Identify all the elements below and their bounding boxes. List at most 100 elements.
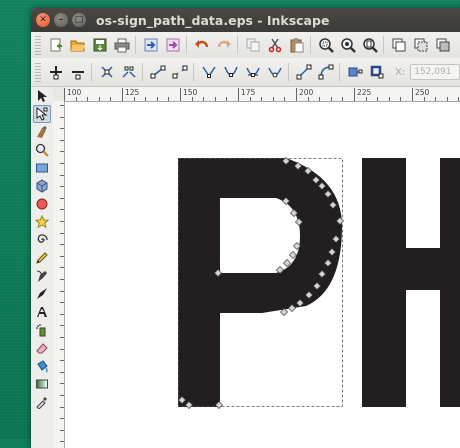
new-icon[interactable] (46, 35, 66, 55)
path-node-handle[interactable] (288, 250, 298, 260)
ruler-tick (214, 97, 216, 101)
eraser-tool-icon[interactable] (33, 339, 51, 357)
ruler-tick (60, 395, 64, 396)
export-icon[interactable] (163, 35, 183, 55)
paste-icon[interactable] (287, 35, 307, 55)
break-path-icon[interactable] (119, 62, 139, 82)
stroke-to-path-icon[interactable] (367, 62, 387, 82)
path-node-handle[interactable] (282, 258, 292, 268)
toolbar-separator (91, 63, 92, 81)
undo-icon[interactable] (192, 35, 212, 55)
dropper-tool-icon[interactable] (33, 393, 51, 411)
ruler-tick (458, 97, 460, 101)
vertical-ruler[interactable] (53, 101, 65, 448)
curve-segment-icon[interactable] (316, 62, 336, 82)
ruler-tick (60, 348, 64, 350)
ruler-tick (60, 163, 64, 164)
ruler-tick (60, 232, 64, 234)
clone-icon[interactable] (411, 35, 431, 55)
ruler-tick (60, 186, 64, 188)
toolbar-grip[interactable] (35, 35, 41, 55)
ruler-tick (60, 255, 64, 257)
open-icon[interactable] (68, 35, 88, 55)
zoom-page-icon[interactable] (360, 35, 380, 55)
redo-icon[interactable] (214, 35, 234, 55)
delete-segment-icon[interactable] (170, 62, 190, 82)
unlink-clone-icon[interactable] (433, 35, 453, 55)
ruler-tick (168, 97, 170, 101)
zoom-drawing-icon[interactable] (338, 35, 358, 55)
ruler-tick (75, 97, 77, 101)
ruler-tick (365, 97, 367, 101)
ruler-tick (60, 290, 64, 292)
star-tool-icon[interactable] (33, 213, 51, 231)
ruler-tick (122, 88, 123, 101)
inkscape-window: ✕ – □ os-sign_path_data.eps - Inkscape X… (31, 8, 460, 448)
symmetric-node-icon[interactable] (243, 62, 263, 82)
horizontal-ruler[interactable]: 100 125 150 175 200 225 250 (64, 87, 460, 102)
node-tool-controls-bar: X: 152,091 (31, 58, 460, 87)
pen-tool-icon[interactable] (33, 267, 51, 285)
maximize-window-button[interactable]: □ (72, 13, 86, 27)
ruler-tick (261, 97, 263, 101)
ruler-tick (284, 97, 286, 101)
ruler-tick (60, 209, 64, 211)
bucket-tool-icon[interactable] (33, 357, 51, 375)
copy-icon[interactable] (243, 35, 263, 55)
minimize-window-button[interactable]: – (54, 13, 68, 27)
print-icon[interactable] (112, 35, 132, 55)
node-tool-icon[interactable] (33, 105, 51, 123)
auto-smooth-icon[interactable] (265, 62, 285, 82)
ruler-tick (60, 221, 64, 222)
ruler-tick (60, 441, 64, 443)
tweak-tool-icon[interactable] (33, 123, 51, 141)
save-icon[interactable] (90, 35, 110, 55)
ruler-tick (203, 97, 205, 101)
x-coordinate-input[interactable]: 152,091 (410, 64, 460, 80)
ruler-label: 250 (415, 88, 430, 97)
commands-toolbar (31, 32, 460, 59)
cut-icon[interactable] (265, 35, 285, 55)
ruler-tick (330, 97, 332, 101)
import-icon[interactable] (141, 35, 161, 55)
ellipse-tool-icon[interactable] (33, 195, 51, 213)
ruler-tick (110, 97, 112, 101)
spiral-tool-icon[interactable] (33, 231, 51, 249)
toolbar-separator (186, 36, 187, 54)
ruler-tick (435, 97, 437, 101)
join-segment-icon[interactable] (148, 62, 168, 82)
object-to-path-icon[interactable] (345, 62, 365, 82)
delete-node-icon[interactable] (68, 62, 88, 82)
smooth-node-icon[interactable] (221, 62, 241, 82)
line-segment-icon[interactable] (294, 62, 314, 82)
ruler-tick (60, 383, 64, 385)
zoom-selection-icon[interactable] (316, 35, 336, 55)
ruler-tick (60, 116, 64, 118)
x-coordinate-label: X: (395, 66, 406, 78)
ruler-tick (388, 97, 390, 101)
join-nodes-icon[interactable] (97, 62, 117, 82)
toolbar-separator (193, 63, 194, 81)
toolbar-grip[interactable] (35, 62, 41, 82)
ruler-tick (60, 429, 64, 431)
close-window-button[interactable]: ✕ (36, 13, 50, 27)
ruler-tick (60, 360, 64, 362)
drawing-svg (177, 156, 460, 410)
ruler-tick (319, 97, 321, 101)
zoom-tool-icon[interactable] (33, 141, 51, 159)
selector-tool-icon[interactable] (33, 87, 51, 105)
ruler-tick (354, 88, 355, 101)
add-node-icon[interactable] (46, 62, 66, 82)
ruler-tick (60, 139, 64, 141)
cusp-node-icon[interactable] (199, 62, 219, 82)
duplicate-icon[interactable] (389, 35, 409, 55)
gradient-tool-icon[interactable] (33, 375, 51, 393)
text-tool-icon[interactable] (33, 303, 51, 321)
spray-tool-icon[interactable] (33, 321, 51, 339)
3d-box-tool-icon[interactable] (33, 177, 51, 195)
pencil-tool-icon[interactable] (33, 249, 51, 267)
rect-tool-icon[interactable] (33, 159, 51, 177)
calligraphy-tool-icon[interactable] (33, 285, 51, 303)
drawing-canvas[interactable] (65, 102, 460, 448)
ruler-tick (60, 267, 64, 269)
